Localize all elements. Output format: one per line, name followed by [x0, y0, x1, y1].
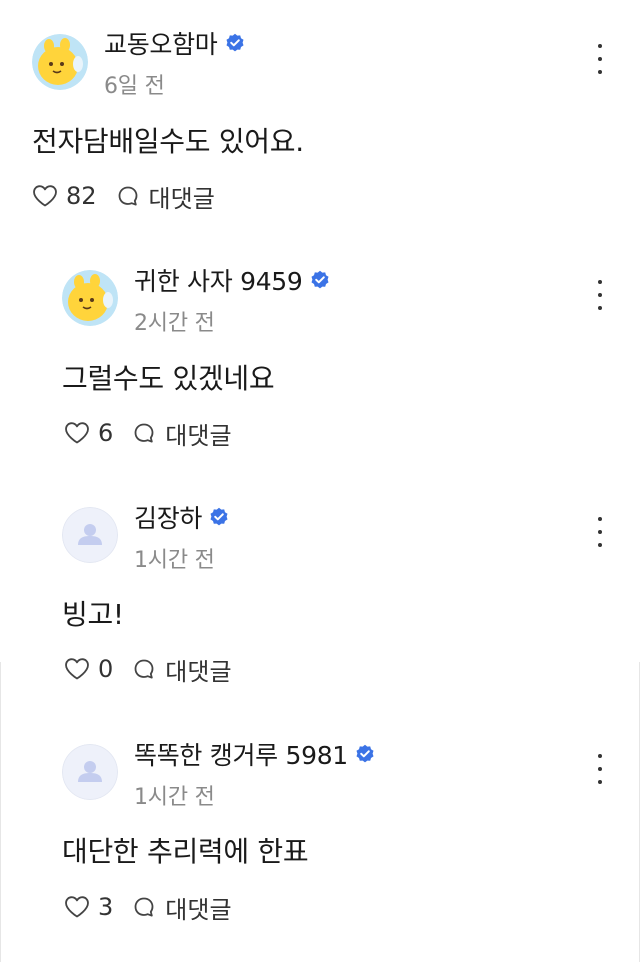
- reply-label: 대댓글: [165, 895, 232, 924]
- comment-text: 대단한 추리력에 한표: [62, 835, 309, 868]
- comment-actions: 82 대댓글: [32, 179, 215, 213]
- comment-actions: 0 대댓글: [64, 652, 232, 686]
- author-row: 귀한 사자 9459: [134, 263, 330, 297]
- author-name[interactable]: 똑똑한 캥거루 5981: [134, 736, 348, 772]
- speech-bubble-icon: [134, 897, 154, 917]
- avatar[interactable]: [62, 507, 118, 563]
- heart-icon: [33, 185, 57, 207]
- avatar[interactable]: [62, 270, 118, 326]
- heart-icon: [65, 658, 89, 680]
- like-button[interactable]: 3: [64, 893, 113, 921]
- author-row: 교동오함마: [104, 26, 245, 60]
- more-options-icon[interactable]: [590, 515, 610, 549]
- speech-bubble-icon: [134, 659, 154, 679]
- reply-button[interactable]: 대댓글: [117, 179, 215, 214]
- default-user-avatar-icon: [62, 507, 118, 563]
- reply-label: 대댓글: [165, 657, 232, 686]
- default-user-avatar-icon: [62, 744, 118, 800]
- timestamp: 2시간 전: [134, 311, 215, 336]
- comment-actions: 6 대댓글: [64, 416, 232, 450]
- comment-text: 그럴수도 있겠네요: [62, 362, 275, 395]
- timestamp: 1시간 전: [134, 548, 215, 573]
- like-button[interactable]: 82: [32, 182, 97, 210]
- more-options-icon[interactable]: [590, 42, 610, 76]
- reply-label: 대댓글: [165, 421, 232, 450]
- reply-button[interactable]: 대댓글: [133, 416, 232, 451]
- reply-label: 대댓글: [148, 184, 215, 213]
- thread-divider: [0, 662, 7, 962]
- like-count: 3: [98, 893, 114, 921]
- verified-badge-icon: [311, 270, 329, 289]
- comment-text: 전자담배일수도 있어요.: [32, 125, 304, 158]
- author-name[interactable]: 귀한 사자 9459: [134, 262, 303, 298]
- character-avatar-icon: [32, 34, 88, 90]
- speech-bubble-icon: [134, 423, 154, 443]
- like-count: 82: [66, 182, 97, 210]
- author-name[interactable]: 김장하: [134, 499, 202, 535]
- comment-actions: 3 대댓글: [64, 890, 232, 924]
- more-options-icon[interactable]: [590, 752, 610, 786]
- timestamp: 1시간 전: [134, 785, 215, 810]
- reply-button[interactable]: 대댓글: [133, 652, 232, 687]
- like-count: 0: [98, 655, 114, 683]
- more-options-icon[interactable]: [590, 278, 610, 312]
- avatar[interactable]: [32, 34, 88, 90]
- author-name[interactable]: 교동오함마: [104, 25, 218, 61]
- thread-divider: [633, 662, 640, 962]
- character-avatar-icon: [62, 270, 118, 326]
- verified-badge-icon: [356, 744, 374, 763]
- reply-button[interactable]: 대댓글: [133, 890, 232, 925]
- author-row: 김장하: [134, 500, 229, 534]
- verified-badge-icon: [226, 33, 244, 52]
- like-button[interactable]: 0: [64, 655, 113, 683]
- heart-icon: [65, 896, 89, 918]
- author-row: 똑똑한 캥거루 5981: [134, 737, 375, 771]
- like-count: 6: [98, 419, 114, 447]
- speech-bubble-icon: [118, 186, 137, 206]
- comment-text: 빙고!: [62, 598, 124, 631]
- like-button[interactable]: 6: [64, 419, 113, 447]
- avatar[interactable]: [62, 744, 118, 800]
- timestamp: 6일 전: [104, 74, 165, 99]
- verified-badge-icon: [210, 507, 228, 526]
- heart-icon: [65, 422, 89, 444]
